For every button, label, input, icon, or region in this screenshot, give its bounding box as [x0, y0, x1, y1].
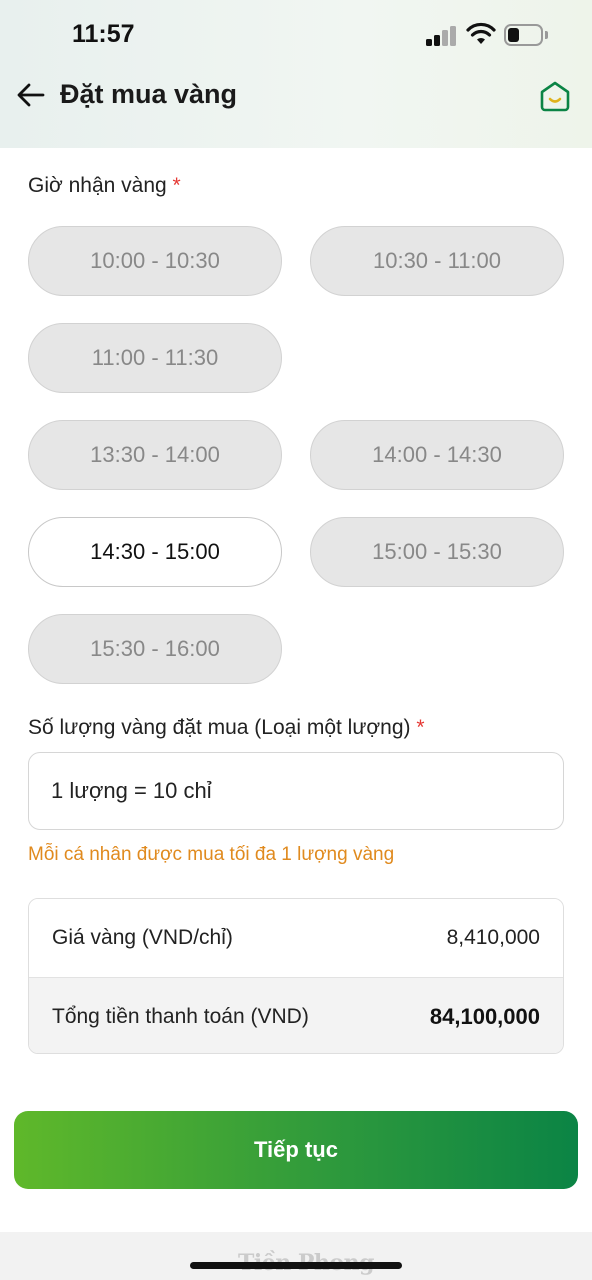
- home-indicator[interactable]: [190, 1262, 402, 1269]
- cellular-signal-icon: [426, 26, 458, 46]
- unit-price-value: 8,410,000: [446, 926, 540, 949]
- required-mark: *: [172, 174, 181, 197]
- total-value: 84,100,000: [429, 1003, 540, 1029]
- pickup-time-label: Giờ nhận vàng *: [28, 174, 181, 197]
- purchase-limit-note: Mỗi cá nhân được mua tối đa 1 lượng vàng: [28, 844, 395, 865]
- time-slot-1100-1130[interactable]: 11:00 - 11:30: [28, 323, 282, 393]
- unit-price-label: Giá vàng (VND/chỉ): [52, 926, 233, 949]
- quantity-value: 1 lượng = 10 chỉ: [51, 778, 212, 803]
- status-bar: 11:57: [0, 0, 592, 70]
- unit-price-row: Giá vàng (VND/chỉ) 8,410,000: [29, 899, 563, 977]
- page-title: Đặt mua vàng: [60, 79, 238, 109]
- total-row: Tổng tiền thanh toán (VND) 84,100,000: [29, 977, 563, 1053]
- time-slot-1530-1600[interactable]: 15:30 - 16:00: [28, 614, 282, 684]
- home-icon[interactable]: [538, 80, 572, 112]
- time-slot-1400-1430[interactable]: 14:00 - 14:30: [310, 420, 564, 490]
- total-label: Tổng tiền thanh toán (VND): [52, 1004, 309, 1028]
- battery-icon: [504, 24, 548, 46]
- time-slot-1430-1500[interactable]: 14:30 - 15:00: [28, 517, 282, 587]
- required-mark: *: [416, 716, 425, 739]
- status-time: 11:57: [72, 20, 135, 48]
- price-summary: Giá vàng (VND/chỉ) 8,410,000 Tổng tiền t…: [28, 898, 564, 1054]
- quantity-label: Số lượng vàng đặt mua (Loại một lượng) *: [28, 716, 425, 739]
- time-slot-1000-1030[interactable]: 10:00 - 10:30: [28, 226, 282, 296]
- arrow-left-icon[interactable]: [14, 78, 48, 112]
- quantity-field[interactable]: 1 lượng = 10 chỉ: [28, 752, 564, 830]
- app-header: 11:57 Đặt mua vàng: [0, 0, 592, 148]
- time-slot-1330-1400[interactable]: 13:30 - 14:00: [28, 420, 282, 490]
- continue-button[interactable]: Tiếp tục: [14, 1111, 578, 1189]
- time-slot-1500-1530[interactable]: 15:00 - 15:30: [310, 517, 564, 587]
- wifi-icon: [466, 22, 496, 44]
- time-slot-1030-1100[interactable]: 10:30 - 11:00: [310, 226, 564, 296]
